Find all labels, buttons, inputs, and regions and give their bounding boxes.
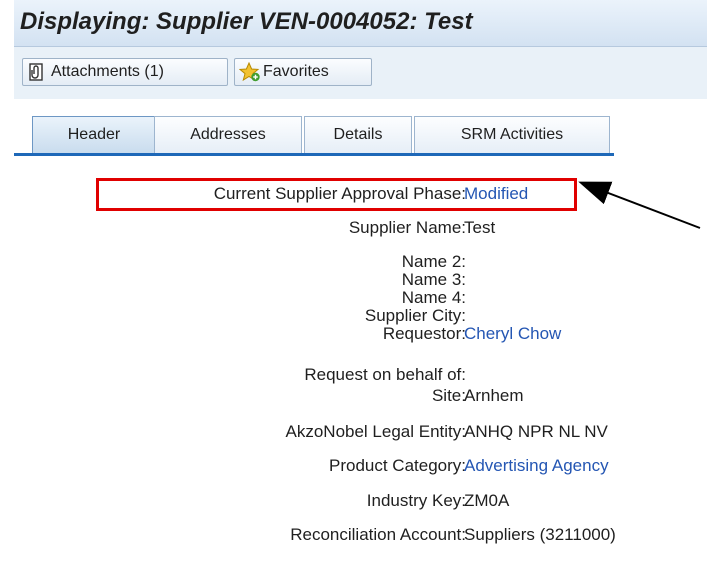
arrow-annotation (578, 181, 701, 229)
